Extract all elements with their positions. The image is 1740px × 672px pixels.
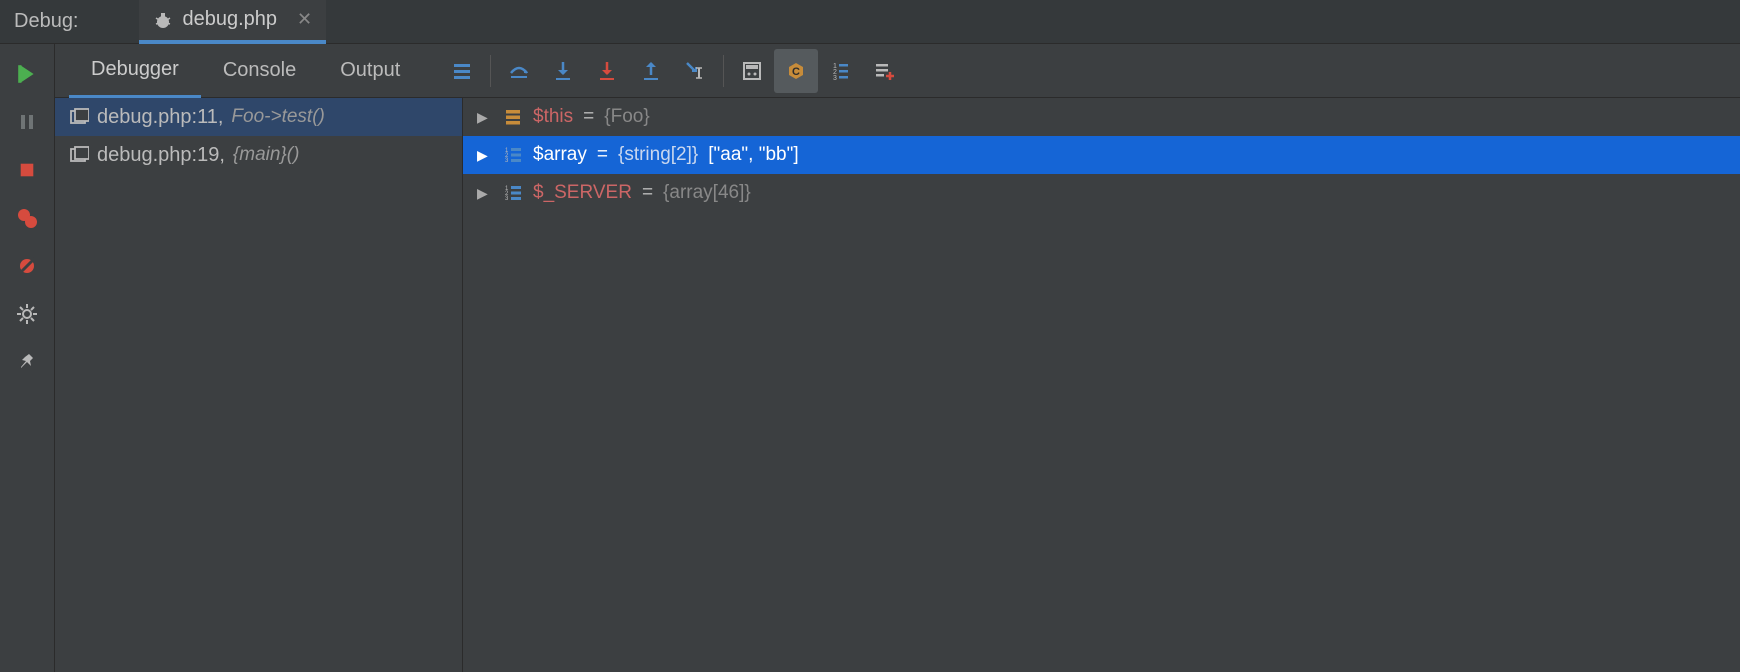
variable-type: {string[2]}: [618, 144, 698, 166]
equals: =: [642, 182, 653, 204]
variable-row[interactable]: ▶ 123 $array = {string[2]} ["aa", "bb"]: [463, 136, 1740, 174]
tab-debugger[interactable]: Debugger: [69, 44, 201, 98]
pin-button[interactable]: [7, 342, 47, 382]
separator: [723, 55, 724, 87]
view-breakpoints-button[interactable]: [7, 198, 47, 238]
bug-icon: [153, 10, 173, 30]
variable-value: ["aa", "bb"]: [708, 144, 798, 166]
variable-row[interactable]: ▶ $this = {Foo}: [463, 98, 1740, 136]
frame-location: debug.php:11,: [97, 106, 223, 129]
chevron-right-icon[interactable]: ▶: [477, 185, 493, 202]
variables-panel: ▶ $this = {Foo} ▶ 123 $array = {string[2]} […: [463, 98, 1740, 672]
variable-type: {Foo}: [604, 106, 649, 128]
step-into-button[interactable]: [541, 49, 585, 93]
variable-name: $this: [533, 106, 573, 128]
variable-type: {array[46]}: [663, 182, 751, 204]
debug-toolbar: Debugger Console Output: [55, 44, 1740, 98]
variable-row[interactable]: ▶ 123 $_SERVER = {array[46]}: [463, 174, 1740, 212]
svg-text:C: C: [792, 66, 800, 78]
var-type-icon: 123: [503, 145, 523, 165]
variable-name: $array: [533, 144, 587, 166]
run-to-cursor-button[interactable]: [673, 49, 717, 93]
frame-function: Foo->test(): [231, 106, 324, 128]
equals: =: [583, 106, 594, 128]
equals: =: [597, 144, 608, 166]
frame-icon: [69, 107, 89, 127]
threads-icon[interactable]: [440, 49, 484, 93]
sort-vars-button[interactable]: 123: [818, 49, 862, 93]
mute-breakpoints-button[interactable]: [7, 246, 47, 286]
chevron-right-icon[interactable]: ▶: [477, 109, 493, 126]
tab-output[interactable]: Output: [318, 44, 422, 98]
frame-row[interactable]: debug.php:11, Foo->test(): [55, 98, 462, 136]
stop-button[interactable]: [7, 150, 47, 190]
settings-button[interactable]: [7, 294, 47, 334]
pause-button[interactable]: [7, 102, 47, 142]
tab-console[interactable]: Console: [201, 44, 318, 98]
step-out-button[interactable]: [629, 49, 673, 93]
debug-left-rail: [0, 44, 55, 672]
svg-text:3: 3: [833, 75, 837, 82]
frame-row[interactable]: debug.php:19, {main}(): [55, 136, 462, 174]
close-icon[interactable]: ✕: [297, 9, 312, 30]
trace-button[interactable]: C: [774, 49, 818, 93]
add-watch-button[interactable]: [862, 49, 906, 93]
variable-name: $_SERVER: [533, 182, 632, 204]
debug-header: Debug: debug.php ✕: [0, 0, 1740, 44]
frame-function: {main}(): [233, 144, 300, 166]
separator: [490, 55, 491, 87]
frame-location: debug.php:19,: [97, 144, 225, 167]
step-over-button[interactable]: [497, 49, 541, 93]
resume-button[interactable]: [7, 54, 47, 94]
debug-title: Debug:: [14, 10, 79, 33]
tab-label: debug.php: [183, 8, 278, 31]
frame-icon: [69, 145, 89, 165]
svg-text:3: 3: [505, 196, 509, 202]
frames-panel: debug.php:11, Foo->test()debug.php:19, {…: [55, 98, 463, 672]
svg-text:3: 3: [505, 158, 509, 164]
chevron-right-icon[interactable]: ▶: [477, 147, 493, 164]
evaluate-expression-button[interactable]: [730, 49, 774, 93]
var-type-icon: 123: [503, 183, 523, 203]
debug-session-tab[interactable]: debug.php ✕: [139, 0, 327, 44]
force-step-into-button[interactable]: [585, 49, 629, 93]
var-type-icon: [503, 107, 523, 127]
